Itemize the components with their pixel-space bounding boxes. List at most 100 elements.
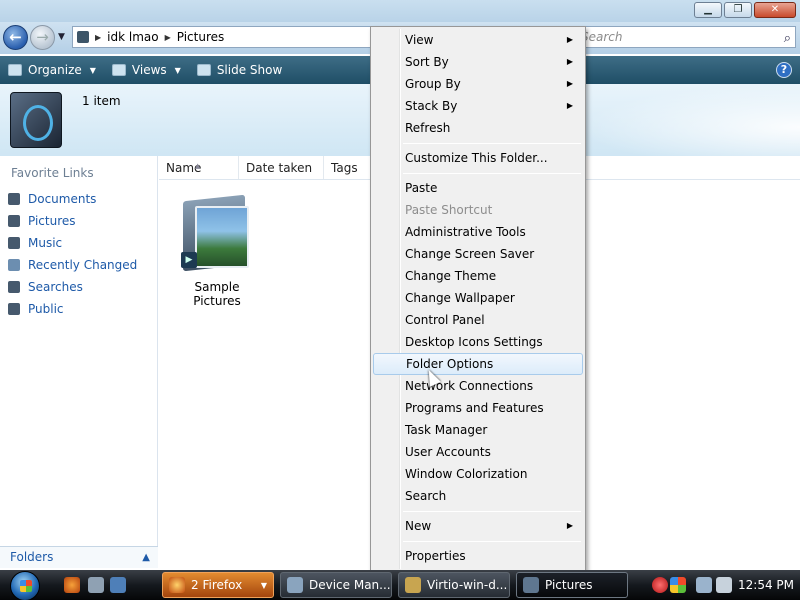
pictures-folder-icon <box>523 577 539 593</box>
recent-pages-dropdown[interactable]: ▼ <box>58 32 65 42</box>
item-count: 1 item <box>82 94 121 108</box>
menu-separator <box>403 511 581 512</box>
menu-item-label: Group By <box>405 77 461 91</box>
column-header-date-taken[interactable]: Date taken <box>239 156 324 179</box>
search-icon[interactable]: ⌕ <box>784 29 791 49</box>
security-alert-icon[interactable] <box>652 577 668 593</box>
sidebar-item-recently-changed[interactable]: Recently Changed <box>8 254 137 276</box>
menu-item-task-manager[interactable]: Task Manager <box>373 419 583 441</box>
menu-item-administrative-tools[interactable]: Administrative Tools <box>373 221 583 243</box>
context-menu: View ▶ Sort By ▶ Group By ▶ Stack By ▶ Refre… <box>370 26 586 572</box>
views-label: Views <box>131 63 167 77</box>
menu-item-change-wallpaper[interactable]: Change Wallpaper <box>373 287 583 309</box>
favorite-links-list: Documents Pictures Music Recently Change… <box>8 188 137 320</box>
views-button[interactable]: Views ▼ <box>104 56 189 84</box>
documents-icon <box>8 193 20 205</box>
close-button[interactable]: ✕ <box>754 2 796 18</box>
menu-item-stack-by[interactable]: Stack By ▶ <box>373 95 583 117</box>
menu-item-label: Sort By <box>405 55 449 69</box>
menu-item-sort-by[interactable]: Sort By ▶ <box>373 51 583 73</box>
taskbar-button-pictures[interactable]: Pictures <box>516 572 628 598</box>
organize-label: Organize <box>28 63 82 77</box>
menu-item-programs-and-features[interactable]: Programs and Features <box>373 397 583 419</box>
column-header-name[interactable]: ▲ Name <box>159 156 239 179</box>
menu-separator <box>403 143 581 144</box>
minimize-button[interactable]: ▁ <box>694 2 722 18</box>
menu-item-view[interactable]: View ▶ <box>373 29 583 51</box>
navigation-pane: Favorite Links Documents Pictures Music … <box>0 156 158 568</box>
menu-item-label: Stack By <box>405 99 458 113</box>
breadcrumb-user[interactable]: idk lmao <box>107 30 158 44</box>
chevron-down-icon: ▼ <box>89 65 96 75</box>
menu-item-network-connections[interactable]: Network Connections <box>373 375 583 397</box>
breadcrumb-pictures[interactable]: Pictures <box>177 30 225 44</box>
sidebar-item-searches[interactable]: Searches <box>8 276 137 298</box>
switch-windows-icon[interactable] <box>110 577 126 593</box>
chevron-down-icon: ▼ <box>174 65 181 75</box>
start-button[interactable] <box>10 571 40 600</box>
menu-item-window-colorization[interactable]: Window Colorization <box>373 463 583 485</box>
menu-item-paste[interactable]: Paste <box>373 177 583 199</box>
submenu-arrow-icon: ▶ <box>566 101 573 110</box>
menu-item-desktop-icons-settings[interactable]: Desktop Icons Settings <box>373 331 583 353</box>
menu-item-customize-folder[interactable]: Customize This Folder... <box>373 147 583 169</box>
sort-ascending-icon: ▲ <box>195 162 201 170</box>
file-item-sample-pictures[interactable]: ▶ Sample Pictures <box>169 192 265 308</box>
task-label: Device Man... <box>309 578 391 592</box>
folder-icon <box>77 31 89 43</box>
breadcrumb-arrow-icon[interactable]: ▶ <box>95 33 101 42</box>
sidebar-item-public[interactable]: Public <box>8 298 137 320</box>
firefox-quicklaunch-icon[interactable] <box>64 577 80 593</box>
menu-item-change-theme[interactable]: Change Theme <box>373 265 583 287</box>
title-bar: ▁ ❐ ✕ <box>0 0 800 22</box>
organize-button[interactable]: Organize ▼ <box>0 56 104 84</box>
help-icon[interactable]: ? <box>776 62 792 78</box>
menu-item-folder-options[interactable]: Folder Options <box>373 353 583 375</box>
menu-item-search[interactable]: Search <box>373 485 583 507</box>
menu-item-change-screen-saver[interactable]: Change Screen Saver <box>373 243 583 265</box>
taskbar-clock[interactable]: 12:54 PM <box>738 570 794 600</box>
task-label: Virtio-win-d... <box>427 578 508 592</box>
sidebar-item-label: Music <box>28 236 63 250</box>
menu-item-control-panel[interactable]: Control Panel <box>373 309 583 331</box>
menu-separator <box>403 541 581 542</box>
breadcrumb-arrow-icon[interactable]: ▶ <box>165 33 171 42</box>
forward-button[interactable]: → <box>30 25 55 50</box>
sidebar-item-music[interactable]: Music <box>8 232 137 254</box>
back-button[interactable]: ← <box>3 25 28 50</box>
folders-label: Folders <box>10 550 54 564</box>
search-placeholder: Search <box>581 30 623 44</box>
file-label: Sample Pictures <box>193 280 241 308</box>
menu-item-group-by[interactable]: Group By ▶ <box>373 73 583 95</box>
windows-update-icon[interactable] <box>670 577 686 593</box>
sidebar-item-label: Recently Changed <box>28 258 138 272</box>
sidebar-item-label: Public <box>28 302 64 316</box>
taskbar-button-device-manager[interactable]: Device Man... <box>280 572 392 598</box>
menu-item-properties[interactable]: Properties <box>373 545 583 567</box>
show-desktop-icon[interactable] <box>88 577 104 593</box>
taskbar-button-virtio-win[interactable]: Virtio-win-d... <box>398 572 510 598</box>
sidebar-item-pictures[interactable]: Pictures <box>8 210 137 232</box>
taskbar: 2 Firefox ▼ Device Man... Virtio-win-d..… <box>0 570 800 600</box>
device-manager-icon <box>287 577 303 593</box>
chevron-up-icon: ▲ <box>142 552 150 563</box>
sidebar-item-documents[interactable]: Documents <box>8 188 137 210</box>
column-header-label: Tags <box>331 161 358 175</box>
slideshow-label: Slide Show <box>216 63 283 77</box>
submenu-arrow-icon: ▶ <box>566 79 573 88</box>
maximize-button[interactable]: ❐ <box>724 2 752 18</box>
shortcut-arrow-icon: ▶ <box>181 252 197 268</box>
folders-toggle[interactable]: Folders ▲ <box>0 546 158 568</box>
column-header-label: Date taken <box>246 161 313 175</box>
submenu-arrow-icon: ▶ <box>566 57 573 66</box>
firefox-icon <box>169 577 185 593</box>
menu-item-refresh[interactable]: Refresh <box>373 117 583 139</box>
taskbar-button-firefox[interactable]: 2 Firefox ▼ <box>162 572 274 598</box>
slideshow-button[interactable]: Slide Show <box>189 56 290 84</box>
network-icon[interactable] <box>696 577 712 593</box>
volume-muted-icon[interactable] <box>716 577 732 593</box>
window-controls: ▁ ❐ ✕ <box>694 2 796 18</box>
search-input[interactable]: Search ⌕ <box>560 26 796 48</box>
menu-item-user-accounts[interactable]: User Accounts <box>373 441 583 463</box>
menu-item-new[interactable]: New ▶ <box>373 515 583 537</box>
